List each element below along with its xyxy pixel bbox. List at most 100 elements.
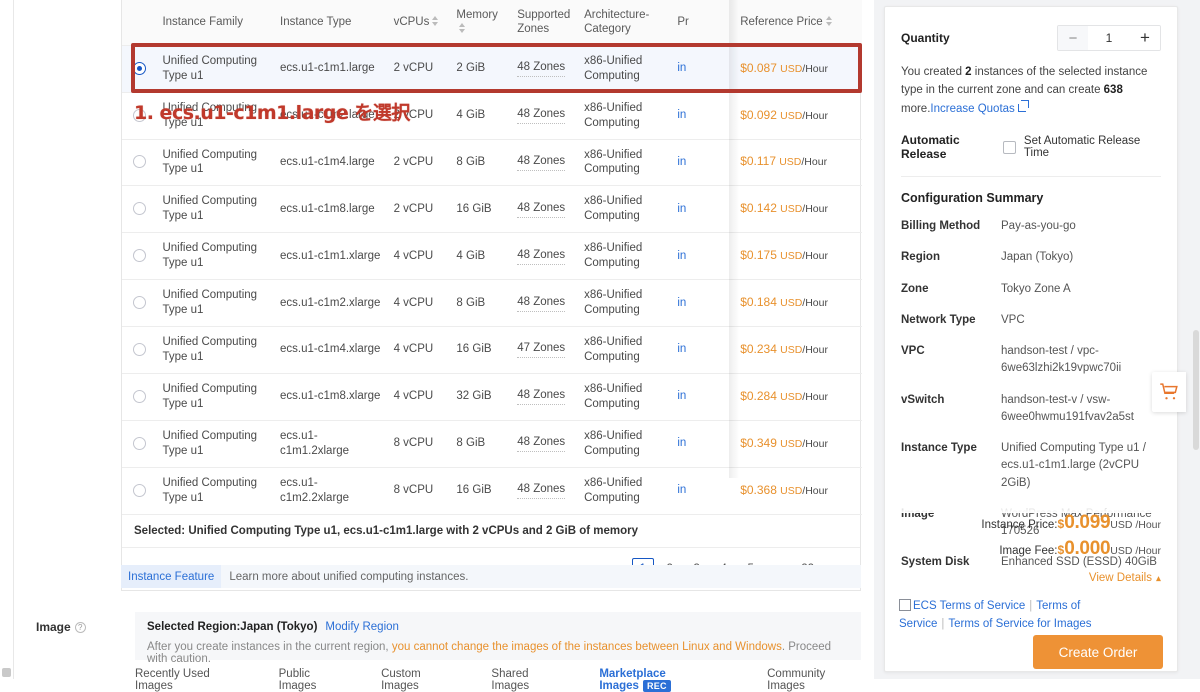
row-select-cell[interactable] [122,373,157,421]
cell-pr-truncated[interactable]: in [671,326,735,374]
image-tab-3[interactable]: Shared Images [491,668,565,692]
config-row: Billing Method Pay-as-you-go [901,211,1161,242]
price-amount: $0.092 [740,107,777,122]
image-tab-5[interactable]: Community Images [767,668,861,692]
config-key: vSwitch [901,393,945,406]
sort-icon-vcpus[interactable] [432,16,440,27]
pr-link[interactable]: in [677,250,686,262]
cell-pr-truncated[interactable]: in [671,139,735,187]
cell-reference-price: $0.087 USD/Hour [734,45,862,93]
table-row[interactable]: Unified Computing Type u1 ecs.u1-c1m1.xla… [122,232,862,281]
table-row[interactable]: Unified Computing Type u1 ecs.u1-c1m1.2xl… [122,420,862,468]
pr-link[interactable]: in [677,343,686,355]
sidebar-divider [901,176,1161,178]
supported-zones-value: 48 Zones [517,295,566,312]
automatic-release-checkbox[interactable] [1003,140,1016,154]
price-currency: USD [780,109,803,122]
col-header-reference-price[interactable]: Reference Price [734,0,862,46]
cell-architecture-category: x86-Unified Computing [578,373,672,421]
pr-link[interactable]: in [677,109,686,121]
instance-type-radio[interactable] [132,296,146,310]
image-tab-2[interactable]: Custom Images [381,668,457,692]
price-amount: $0.284 [740,388,777,403]
cell-pr-truncated[interactable]: in [671,45,735,93]
table-row[interactable]: Unified Computing Type u1 ecs.u1-c1m4.xla… [122,326,862,374]
col-header-pr-label: Pr [677,16,689,29]
cell-pr-truncated[interactable]: in [671,279,735,327]
image-tab-4[interactable]: Marketplace Images REC [599,668,733,692]
create-order-button[interactable]: Create Order [1033,635,1163,669]
image-tab-1[interactable]: Public Images [279,668,347,692]
image-tab-0[interactable]: Recently Used Images [135,668,245,692]
table-row[interactable]: Unified Computing Type u1 ecs.u1-c1m1.lar… [122,45,862,93]
config-key: Instance Type [901,442,977,455]
cell-pr-truncated[interactable]: in [671,373,735,421]
quantity-increment-button[interactable]: + [1130,26,1160,50]
pr-link[interactable]: in [677,484,686,496]
row-select-cell[interactable] [122,45,157,93]
cell-pr-truncated[interactable]: in [671,232,735,281]
row-select-cell[interactable] [122,420,157,468]
quantity-value[interactable]: 1 [1088,26,1130,50]
sort-icon-reference-price[interactable] [825,16,834,27]
supported-zones-value: 48 Zones [517,154,566,171]
view-details-toggle[interactable]: View Details ▾ [901,572,1161,584]
image-fee-unit: USD /Hour [1110,545,1161,557]
instance-type-radio[interactable] [132,61,146,75]
row-select-cell[interactable] [122,185,157,234]
cell-supported-zones: 48 Zones [511,185,579,234]
cell-pr-truncated[interactable]: in [671,92,735,140]
modify-region-link[interactable]: Modify Region [325,621,399,633]
instance-type-radio[interactable] [132,155,146,169]
quantity-decrement-button[interactable]: − [1058,26,1088,50]
tos-separator-2: | [941,618,945,631]
pr-link[interactable]: in [677,297,686,309]
pr-link[interactable]: in [677,437,686,449]
increase-quotas-link[interactable]: Increase Quotas [930,103,1014,115]
cell-pr-truncated[interactable]: in [671,420,735,468]
help-icon[interactable]: ? [74,622,86,633]
instance-feature-tag[interactable]: Instance Feature [121,565,222,588]
cell-instance-type: ecs.u1-c1m1.2xlarge [274,420,388,468]
row-select-cell[interactable] [122,139,157,187]
page-scrollbar[interactable] [1193,330,1199,450]
terms-of-service-images-link[interactable]: Terms of Service for Images [948,618,1091,630]
row-select-cell[interactable] [122,326,157,374]
automatic-release-text[interactable]: Set Automatic Release Time [1024,135,1161,159]
table-row[interactable]: Unified Computing Type u1 ecs.u1-c1m4.lar… [122,139,862,187]
instance-type-radio[interactable] [132,202,146,216]
instance-type-radio[interactable] [132,249,146,263]
sort-icon-memory[interactable] [459,23,467,34]
pr-link[interactable]: in [677,390,686,402]
pr-link[interactable]: in [677,62,686,74]
config-value: Japan (Tokyo) [1001,251,1074,264]
instance-type-radio[interactable] [132,483,146,497]
config-row: Zone Tokyo Zone A [901,274,1161,305]
table-row[interactable]: Unified Computing Type u1 ecs.u1-c1m2.xla… [122,279,862,327]
cell-pr-truncated[interactable]: in [671,185,735,234]
cell-architecture-category: x86-Unified Computing [578,232,672,281]
instance-type-radio[interactable] [132,436,146,450]
price-period: /Hour [802,390,828,403]
table-row[interactable]: Unified Computing Type u1 ecs.u1-c1m8.lar… [122,185,862,234]
table-row[interactable]: Unified Computing Type u1 ecs.u1-c1m2.2xl… [122,467,862,515]
instance-type-radio[interactable] [132,342,146,356]
quantity-stepper[interactable]: − 1 + [1057,25,1161,51]
table-row[interactable]: Unified Computing Type u1 ecs.u1-c1m8.xla… [122,373,862,421]
col-header-vcpus[interactable]: vCPUs [387,0,451,46]
ecs-terms-of-service-link[interactable]: ECS Terms of Service [913,600,1025,612]
cell-pr-truncated[interactable]: in [671,467,735,515]
config-value: VPC [1001,313,1025,326]
cell-instance-type: ecs.u1-c1m1.xlarge [274,232,388,281]
terms-checkbox[interactable] [899,599,911,611]
row-select-cell[interactable] [122,279,157,327]
row-select-cell[interactable] [122,232,157,281]
horizontal-scroll-handle[interactable] [2,668,11,677]
col-header-memory[interactable]: Memory [450,0,512,46]
shopping-cart-button[interactable] [1152,372,1186,412]
pr-link[interactable]: in [677,203,686,215]
pr-link[interactable]: in [677,156,686,168]
cell-memory: 4 GiB [450,92,512,140]
row-select-cell[interactable] [122,467,157,515]
instance-type-radio[interactable] [132,389,146,403]
